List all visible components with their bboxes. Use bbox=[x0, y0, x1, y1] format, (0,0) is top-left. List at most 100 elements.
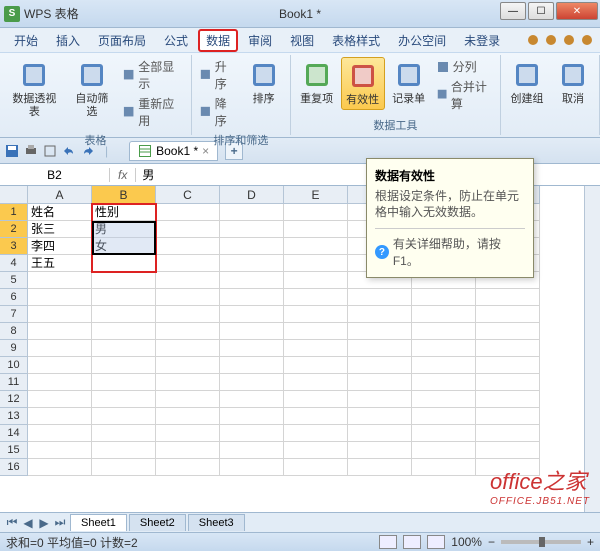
tab-nav-first[interactable]: ⏮ bbox=[4, 515, 20, 531]
cell-E6[interactable] bbox=[284, 289, 348, 306]
row-header-11[interactable]: 11 bbox=[0, 374, 28, 391]
cell-F6[interactable] bbox=[348, 289, 412, 306]
cell-A5[interactable] bbox=[28, 272, 92, 289]
cell-A15[interactable] bbox=[28, 442, 92, 459]
cell-F14[interactable] bbox=[348, 425, 412, 442]
settings-icon[interactable] bbox=[562, 33, 576, 47]
row-header-15[interactable]: 15 bbox=[0, 442, 28, 459]
column-header-E[interactable]: E bbox=[284, 186, 348, 204]
cell-C11[interactable] bbox=[156, 374, 220, 391]
cell-E8[interactable] bbox=[284, 323, 348, 340]
cell-C10[interactable] bbox=[156, 357, 220, 374]
ribbon-自动筛选[interactable]: 自动筛选 bbox=[67, 57, 117, 121]
cell-C5[interactable] bbox=[156, 272, 220, 289]
cell-D6[interactable] bbox=[220, 289, 284, 306]
cell-E2[interactable] bbox=[284, 221, 348, 238]
cell-D14[interactable] bbox=[220, 425, 284, 442]
column-header-A[interactable]: A bbox=[28, 186, 92, 204]
cell-E5[interactable] bbox=[284, 272, 348, 289]
cell-H7[interactable] bbox=[476, 306, 540, 323]
cell-A11[interactable] bbox=[28, 374, 92, 391]
cell-B4[interactable] bbox=[92, 255, 156, 272]
cell-G8[interactable] bbox=[412, 323, 476, 340]
row-header-1[interactable]: 1 bbox=[0, 204, 28, 221]
cell-A2[interactable]: 张三 bbox=[28, 221, 92, 238]
cell-D16[interactable] bbox=[220, 459, 284, 476]
cell-A7[interactable] bbox=[28, 306, 92, 323]
view-normal-button[interactable] bbox=[379, 535, 397, 549]
cell-G13[interactable] bbox=[412, 408, 476, 425]
cell-C14[interactable] bbox=[156, 425, 220, 442]
cell-B16[interactable] bbox=[92, 459, 156, 476]
view-layout-button[interactable] bbox=[403, 535, 421, 549]
ribbon-分列[interactable]: 分列 bbox=[433, 57, 496, 76]
cell-A10[interactable] bbox=[28, 357, 92, 374]
cell-G6[interactable] bbox=[412, 289, 476, 306]
close-button[interactable]: ✕ bbox=[556, 2, 598, 20]
menu-插入[interactable]: 插入 bbox=[48, 29, 88, 52]
ribbon-全部显示[interactable]: 全部显示 bbox=[119, 57, 187, 93]
cell-F16[interactable] bbox=[348, 459, 412, 476]
cell-B7[interactable] bbox=[92, 306, 156, 323]
cell-F13[interactable] bbox=[348, 408, 412, 425]
cell-B15[interactable] bbox=[92, 442, 156, 459]
cell-F9[interactable] bbox=[348, 340, 412, 357]
cell-A8[interactable] bbox=[28, 323, 92, 340]
row-header-2[interactable]: 2 bbox=[0, 221, 28, 238]
cell-F12[interactable] bbox=[348, 391, 412, 408]
cell-E7[interactable] bbox=[284, 306, 348, 323]
row-header-14[interactable]: 14 bbox=[0, 425, 28, 442]
ribbon-重新应用[interactable]: 重新应用 bbox=[119, 94, 187, 130]
cell-G7[interactable] bbox=[412, 306, 476, 323]
cell-E11[interactable] bbox=[284, 374, 348, 391]
cell-G16[interactable] bbox=[412, 459, 476, 476]
cell-G15[interactable] bbox=[412, 442, 476, 459]
cell-F15[interactable] bbox=[348, 442, 412, 459]
cell-A4[interactable]: 王五 bbox=[28, 255, 92, 272]
ribbon-合并计算[interactable]: 合并计算 bbox=[433, 77, 496, 113]
menu-页面布局[interactable]: 页面布局 bbox=[90, 29, 154, 52]
cell-B2[interactable]: 男 bbox=[92, 221, 156, 238]
cell-D1[interactable] bbox=[220, 204, 284, 221]
ribbon-数据透视表[interactable]: 数据透视表 bbox=[4, 57, 65, 121]
cell-D13[interactable] bbox=[220, 408, 284, 425]
row-header-5[interactable]: 5 bbox=[0, 272, 28, 289]
sheet-tab-Sheet1[interactable]: Sheet1 bbox=[70, 514, 127, 531]
row-header-6[interactable]: 6 bbox=[0, 289, 28, 306]
cell-G12[interactable] bbox=[412, 391, 476, 408]
cell-H14[interactable] bbox=[476, 425, 540, 442]
row-header-10[interactable]: 10 bbox=[0, 357, 28, 374]
cell-H11[interactable] bbox=[476, 374, 540, 391]
cell-A12[interactable] bbox=[28, 391, 92, 408]
cell-D4[interactable] bbox=[220, 255, 284, 272]
cell-E4[interactable] bbox=[284, 255, 348, 272]
cell-C8[interactable] bbox=[156, 323, 220, 340]
cell-G10[interactable] bbox=[412, 357, 476, 374]
row-header-12[interactable]: 12 bbox=[0, 391, 28, 408]
cell-A6[interactable] bbox=[28, 289, 92, 306]
cell-F8[interactable] bbox=[348, 323, 412, 340]
cell-D15[interactable] bbox=[220, 442, 284, 459]
cell-C4[interactable] bbox=[156, 255, 220, 272]
cell-D7[interactable] bbox=[220, 306, 284, 323]
cell-C16[interactable] bbox=[156, 459, 220, 476]
sheet-tab-Sheet2[interactable]: Sheet2 bbox=[129, 514, 186, 531]
menu-审阅[interactable]: 审阅 bbox=[240, 29, 280, 52]
cell-E14[interactable] bbox=[284, 425, 348, 442]
cell-C3[interactable] bbox=[156, 238, 220, 255]
alert-icon[interactable] bbox=[526, 33, 540, 47]
cell-E13[interactable] bbox=[284, 408, 348, 425]
cell-D5[interactable] bbox=[220, 272, 284, 289]
cell-E9[interactable] bbox=[284, 340, 348, 357]
cell-D10[interactable] bbox=[220, 357, 284, 374]
cell-B1[interactable]: 性别 bbox=[92, 204, 156, 221]
row-header-4[interactable]: 4 bbox=[0, 255, 28, 272]
minimize-button[interactable]: — bbox=[500, 2, 526, 20]
maximize-button[interactable]: ☐ bbox=[528, 2, 554, 20]
menu-公式[interactable]: 公式 bbox=[156, 29, 196, 52]
fx-label[interactable]: fx bbox=[110, 168, 136, 182]
select-all-corner[interactable] bbox=[0, 186, 28, 204]
cell-G9[interactable] bbox=[412, 340, 476, 357]
cell-C6[interactable] bbox=[156, 289, 220, 306]
cell-B8[interactable] bbox=[92, 323, 156, 340]
